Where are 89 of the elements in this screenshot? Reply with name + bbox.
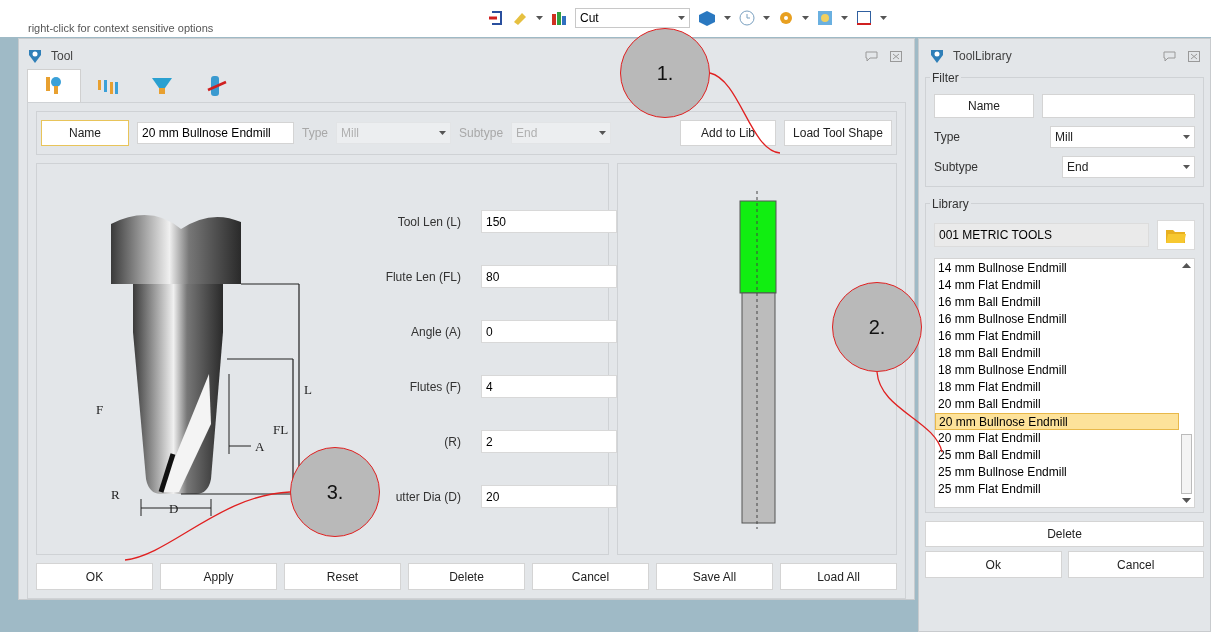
ok-button[interactable]: Ok xyxy=(925,551,1062,578)
window-icon[interactable] xyxy=(856,10,872,26)
param-field[interactable]: 80 xyxy=(481,265,617,288)
caret-icon xyxy=(802,16,809,20)
footer-button[interactable]: Load All xyxy=(780,563,897,590)
type-label: Type xyxy=(302,125,328,142)
chat-icon[interactable] xyxy=(1163,50,1176,62)
subtype-label: Subtype xyxy=(459,125,504,142)
footer-button[interactable]: Save All xyxy=(656,563,773,590)
tool-list-item[interactable]: 18 mm Flat Endmill xyxy=(935,379,1179,396)
type-label: Type xyxy=(934,129,960,146)
caret-icon xyxy=(880,16,887,20)
add-to-lib-button[interactable]: Add to Lib xyxy=(680,120,776,146)
delete-button[interactable]: Delete xyxy=(925,521,1204,547)
picture-icon[interactable] xyxy=(817,10,833,26)
tool-tab[interactable] xyxy=(27,69,81,102)
mode-dropdown[interactable]: Cut xyxy=(575,8,690,28)
caret-icon xyxy=(536,16,543,20)
scroll-down-icon[interactable] xyxy=(1182,498,1191,503)
app-icon xyxy=(929,48,945,64)
tool-list-item[interactable]: 20 mm Flat Endmill xyxy=(935,430,1179,447)
tool-list-item[interactable]: 25 mm Bullnose Endmill xyxy=(935,464,1179,481)
param-label: utter Dia (D) xyxy=(394,488,462,506)
footer-button[interactable]: Reset xyxy=(284,563,401,590)
param-label: Angle (A) xyxy=(409,323,462,341)
tool-list-item[interactable]: 18 mm Ball Endmill xyxy=(935,345,1179,362)
tool-list-item[interactable]: 20 mm Bullnose Endmill xyxy=(935,413,1179,430)
type-dropdown[interactable]: Mill xyxy=(1050,126,1195,148)
cancel-button[interactable]: Cancel xyxy=(1067,551,1204,578)
scroll-up-icon[interactable] xyxy=(1182,263,1191,268)
name-button[interactable]: Name xyxy=(934,94,1034,118)
param-field[interactable]: 20 xyxy=(481,485,617,508)
window-title: Tool xyxy=(51,48,73,65)
tool-list-item[interactable]: 20 mm Ball Endmill xyxy=(935,396,1179,413)
tool-list-item[interactable]: 18 mm Bullnose Endmill xyxy=(935,362,1179,379)
param-field[interactable]: 0 xyxy=(481,320,617,343)
tool-list-item[interactable]: 16 mm Ball Endmill xyxy=(935,294,1179,311)
diagram-label: FL xyxy=(273,422,289,437)
tool-list-item[interactable]: 14 mm Bullnose Endmill xyxy=(935,260,1179,277)
gear-icon[interactable] xyxy=(778,10,794,26)
name-button[interactable]: Name xyxy=(41,120,129,146)
name-field[interactable] xyxy=(1042,94,1195,118)
context-hint: right-click for context sensitive options xyxy=(28,20,215,36)
footer-button[interactable]: Delete xyxy=(408,563,525,590)
caret-icon xyxy=(439,131,446,135)
param-field[interactable]: 4 xyxy=(481,375,617,398)
footer-button[interactable]: Cancel xyxy=(532,563,649,590)
diagram-label: R xyxy=(111,487,120,502)
caret-icon xyxy=(599,131,607,135)
tool-list-item[interactable]: 16 mm Bullnose Endmill xyxy=(935,311,1179,328)
close-icon[interactable] xyxy=(890,50,902,62)
param-label: Flutes (F) xyxy=(408,378,462,396)
folder-button[interactable] xyxy=(1157,220,1195,250)
library-name-field: 001 METRIC TOOLS xyxy=(934,223,1149,247)
diagram-label: D xyxy=(169,501,179,516)
eraser-icon[interactable] xyxy=(512,10,528,26)
tool-list-item[interactable]: 16 mm Flat Endmill xyxy=(935,328,1179,345)
subtype-label: Subtype xyxy=(934,159,979,176)
subtype-dropdown[interactable]: End xyxy=(1062,156,1195,178)
name-field[interactable]: 20 mm Bullnose Endmill xyxy=(137,122,294,144)
exit-icon[interactable] xyxy=(488,10,504,26)
clock-icon[interactable] xyxy=(739,10,755,26)
window-title: ToolLibrary xyxy=(953,48,1012,65)
footer-button[interactable]: Apply xyxy=(160,563,277,590)
caret-icon xyxy=(1183,135,1190,139)
param-field[interactable]: 2 xyxy=(481,430,617,453)
cube-icon[interactable] xyxy=(698,10,716,26)
tool-list-item[interactable]: 14 mm Flat Endmill xyxy=(935,277,1179,294)
chat-icon[interactable] xyxy=(865,50,878,62)
app-icon xyxy=(27,48,43,64)
footer-button[interactable]: OK xyxy=(36,563,153,590)
param-label: Flute Len (FL) xyxy=(384,268,462,286)
param-label: (R) xyxy=(443,433,462,451)
caret-icon xyxy=(724,16,731,20)
bar-chart-icon[interactable] xyxy=(551,10,567,26)
close-icon[interactable] xyxy=(1188,50,1200,62)
tool-list-item[interactable]: 25 mm Flat Endmill xyxy=(935,481,1179,498)
caret-icon xyxy=(841,16,848,20)
load-tool-shape-button[interactable]: Load Tool Shape xyxy=(784,120,892,146)
scroll-thumb[interactable] xyxy=(1181,434,1192,494)
caret-icon xyxy=(678,16,685,20)
diagram-label: L xyxy=(304,382,312,397)
param-label: Tool Len (L) xyxy=(396,213,462,231)
param-field[interactable]: 150 xyxy=(481,210,617,233)
diagram-label: F xyxy=(96,402,104,417)
diagram-label: A xyxy=(255,439,265,454)
caret-icon xyxy=(1183,165,1190,169)
caret-icon xyxy=(763,16,770,20)
tool-list-item[interactable]: 25 mm Ball Endmill xyxy=(935,447,1179,464)
